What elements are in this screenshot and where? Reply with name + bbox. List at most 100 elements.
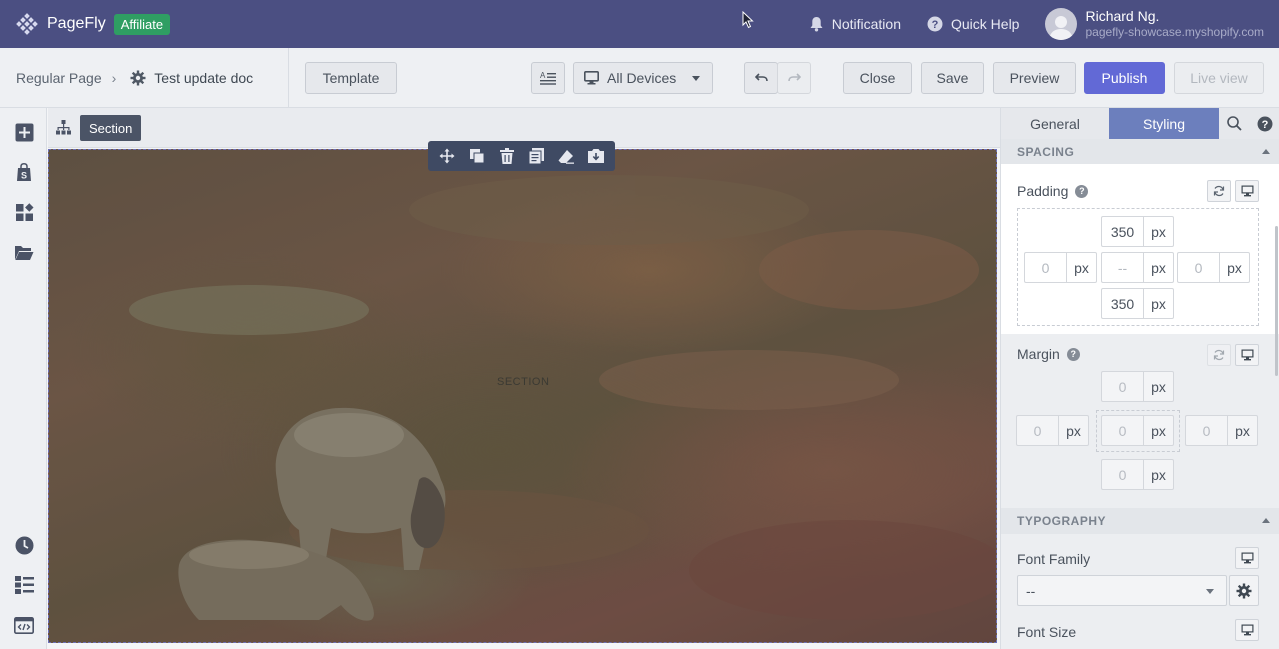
- trash-icon[interactable]: [497, 146, 517, 166]
- font-size-device-button[interactable]: [1235, 619, 1259, 641]
- toolbar-divider: [288, 48, 289, 108]
- redo-button[interactable]: [777, 62, 811, 94]
- padding-right-unit[interactable]: px: [1219, 252, 1250, 283]
- tab-styling[interactable]: Styling: [1109, 108, 1219, 139]
- logo[interactable]: PageFly Affiliate: [16, 13, 171, 35]
- template-button[interactable]: Template: [305, 62, 397, 94]
- outline-list-icon[interactable]: [13, 574, 35, 596]
- code-icon[interactable]: [13, 614, 35, 636]
- margin-device-button[interactable]: [1235, 344, 1259, 366]
- element-toolbar: [428, 141, 615, 171]
- top-bar: PageFly Affiliate Notification ? Quick H…: [0, 0, 1279, 48]
- mouse-cursor-icon: [742, 11, 754, 29]
- padding-top-field: px: [1101, 216, 1174, 247]
- history-clock-icon[interactable]: [13, 534, 35, 556]
- help-icon[interactable]: ?: [1075, 184, 1089, 198]
- section-canvas[interactable]: SECTION: [48, 149, 997, 643]
- folder-open-icon[interactable]: [13, 241, 35, 263]
- preview-button[interactable]: Preview: [993, 62, 1076, 94]
- document-icon[interactable]: [526, 146, 546, 166]
- reset-padding-button[interactable]: [1207, 180, 1231, 202]
- breadcrumb-separator: ›: [111, 70, 117, 86]
- help-icon[interactable]: ?: [1066, 347, 1080, 361]
- selected-element-chip[interactable]: Section: [80, 115, 142, 141]
- canvas-dim-overlay: [49, 150, 996, 642]
- font-family-device-button[interactable]: [1235, 547, 1259, 569]
- user-store: pagefly-showcase.myshopify.com: [1085, 25, 1264, 39]
- gear-icon[interactable]: [130, 70, 146, 86]
- desktop-icon: [584, 71, 599, 85]
- padding-bottom-input[interactable]: [1101, 288, 1143, 319]
- refresh-icon: [1213, 185, 1225, 197]
- undo-button[interactable]: [744, 62, 778, 94]
- padding-label-row: Padding ?: [1017, 183, 1089, 199]
- search-button[interactable]: [1219, 108, 1249, 139]
- text-settings-button[interactable]: A: [531, 62, 565, 94]
- padding-device-button[interactable]: [1235, 180, 1259, 202]
- duplicate-icon[interactable]: [467, 146, 487, 166]
- desktop-icon: [1241, 185, 1253, 197]
- inspector-panel: General Styling ? SPACING Padding ? px: [1000, 108, 1279, 649]
- margin-top-unit[interactable]: px: [1143, 371, 1174, 402]
- padding-right-input[interactable]: [1177, 252, 1219, 283]
- margin-all-unit[interactable]: px: [1143, 415, 1174, 446]
- editor-toolbar: Regular Page › Test update doc Template …: [0, 48, 1279, 108]
- margin-top-input[interactable]: [1101, 371, 1143, 402]
- affiliate-badge[interactable]: Affiliate: [113, 13, 171, 35]
- widgets-icon[interactable]: [13, 201, 35, 223]
- margin-right-field: px: [1185, 415, 1258, 446]
- reset-margin-button[interactable]: [1207, 344, 1231, 366]
- refresh-icon: [1213, 349, 1225, 361]
- margin-right-unit[interactable]: px: [1227, 415, 1258, 446]
- move-icon[interactable]: [437, 146, 457, 166]
- padding-all-input[interactable]: [1101, 252, 1143, 283]
- margin-bottom-unit[interactable]: px: [1143, 459, 1174, 490]
- margin-right-input[interactable]: [1185, 415, 1227, 446]
- desktop-icon: [1241, 624, 1253, 636]
- eraser-icon[interactable]: [556, 146, 576, 166]
- padding-bottom-unit[interactable]: px: [1143, 288, 1174, 319]
- page-name[interactable]: Test update doc: [154, 70, 253, 86]
- user-icon: [1049, 16, 1074, 40]
- text-lines-icon: A: [540, 71, 556, 85]
- padding-top-unit[interactable]: px: [1143, 216, 1174, 247]
- save-button[interactable]: Save: [921, 62, 984, 94]
- font-family-select[interactable]: --: [1017, 575, 1227, 606]
- padding-all-unit[interactable]: px: [1143, 252, 1174, 283]
- bell-icon: [810, 17, 823, 32]
- margin-left-field: px: [1016, 415, 1089, 446]
- notification-link[interactable]: Notification: [809, 16, 901, 32]
- chevron-down-icon: [1206, 589, 1214, 594]
- avatar: [1045, 8, 1078, 40]
- left-sidebar: S: [0, 108, 47, 649]
- padding-left-input[interactable]: [1024, 252, 1066, 283]
- add-element-icon[interactable]: [13, 121, 35, 143]
- quick-help-link[interactable]: ? Quick Help: [927, 16, 1019, 32]
- padding-top-input[interactable]: [1101, 216, 1143, 247]
- margin-left-unit[interactable]: px: [1058, 415, 1089, 446]
- tab-general[interactable]: General: [1001, 108, 1109, 139]
- padding-all-field: px: [1101, 252, 1174, 283]
- shopify-bag-icon[interactable]: S: [13, 161, 35, 183]
- publish-button[interactable]: Publish: [1084, 62, 1165, 94]
- brand-name: PageFly: [47, 15, 106, 32]
- user-menu[interactable]: Richard Ng. pagefly-showcase.myshopify.c…: [1045, 8, 1264, 40]
- device-select[interactable]: All Devices: [573, 62, 713, 94]
- breadcrumb-root[interactable]: Regular Page: [16, 70, 102, 86]
- typography-section-header[interactable]: TYPOGRAPHY: [1001, 508, 1279, 534]
- font-family-value: --: [1026, 582, 1036, 599]
- margin-label-row: Margin ?: [1017, 346, 1080, 362]
- close-button[interactable]: Close: [843, 62, 912, 94]
- margin-bottom-input[interactable]: [1101, 459, 1143, 490]
- help-button[interactable]: ?: [1249, 108, 1279, 139]
- margin-all-input[interactable]: [1101, 415, 1143, 446]
- padding-left-unit[interactable]: px: [1066, 252, 1097, 283]
- hierarchy-icon[interactable]: [56, 120, 71, 135]
- spacing-section-header[interactable]: SPACING: [1001, 139, 1279, 165]
- save-to-library-icon[interactable]: [586, 146, 606, 166]
- question-circle-icon: ?: [1257, 116, 1272, 131]
- live-view-button[interactable]: Live view: [1174, 62, 1264, 94]
- font-settings-button[interactable]: [1229, 575, 1259, 606]
- margin-left-input[interactable]: [1016, 415, 1058, 446]
- panel-scrollbar[interactable]: [1275, 226, 1278, 376]
